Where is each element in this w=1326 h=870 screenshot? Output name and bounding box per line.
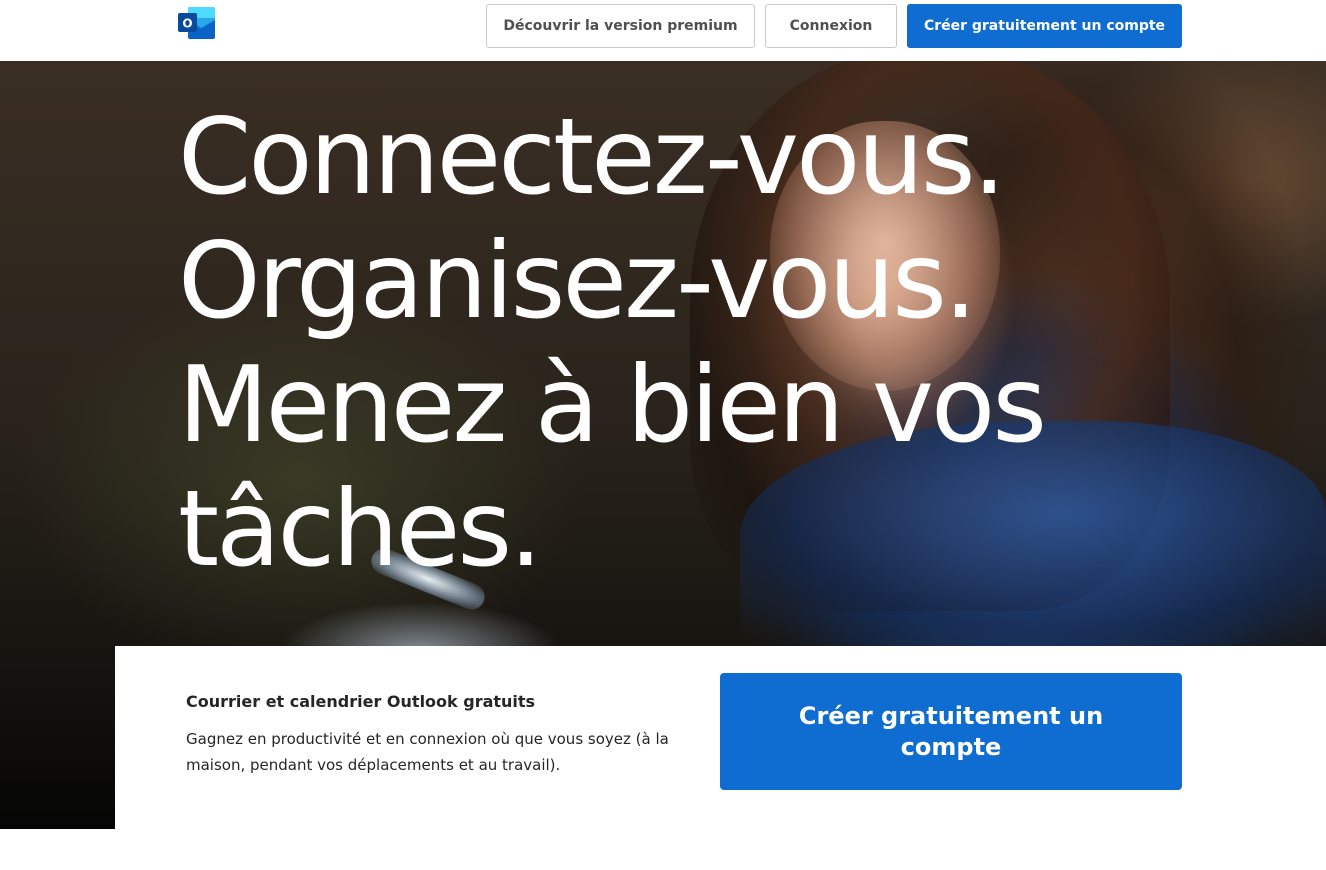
headline-line-4: tâches. bbox=[178, 468, 542, 590]
hero-headline: Connectez-vous. Organisez-vous. Menez à … bbox=[178, 95, 1178, 591]
headline-line-2: Organisez-vous. bbox=[178, 220, 977, 342]
panel-description: Gagnez en productivité et en connexion o… bbox=[186, 730, 669, 774]
logo-letter: O bbox=[182, 17, 192, 31]
info-panel: Courrier et calendrier Outlook gratuits … bbox=[115, 646, 1326, 830]
create-account-large-button[interactable]: Créer gratuitement un compte bbox=[720, 673, 1182, 790]
discover-premium-button[interactable]: Découvrir la version premium bbox=[486, 4, 755, 48]
create-account-button[interactable]: Créer gratuitement un compte bbox=[907, 4, 1182, 48]
headline-line-3: Menez à bien vos bbox=[178, 344, 1047, 466]
outlook-logo-icon[interactable]: O bbox=[178, 6, 216, 40]
top-header: O Découvrir la version premium Connexion… bbox=[0, 0, 1326, 61]
sign-in-button[interactable]: Connexion bbox=[765, 4, 897, 48]
page: O Découvrir la version premium Connexion… bbox=[0, 0, 1326, 870]
headline-line-1: Connectez-vous. bbox=[178, 96, 1006, 218]
panel-title: Courrier et calendrier Outlook gratuits bbox=[186, 692, 536, 711]
